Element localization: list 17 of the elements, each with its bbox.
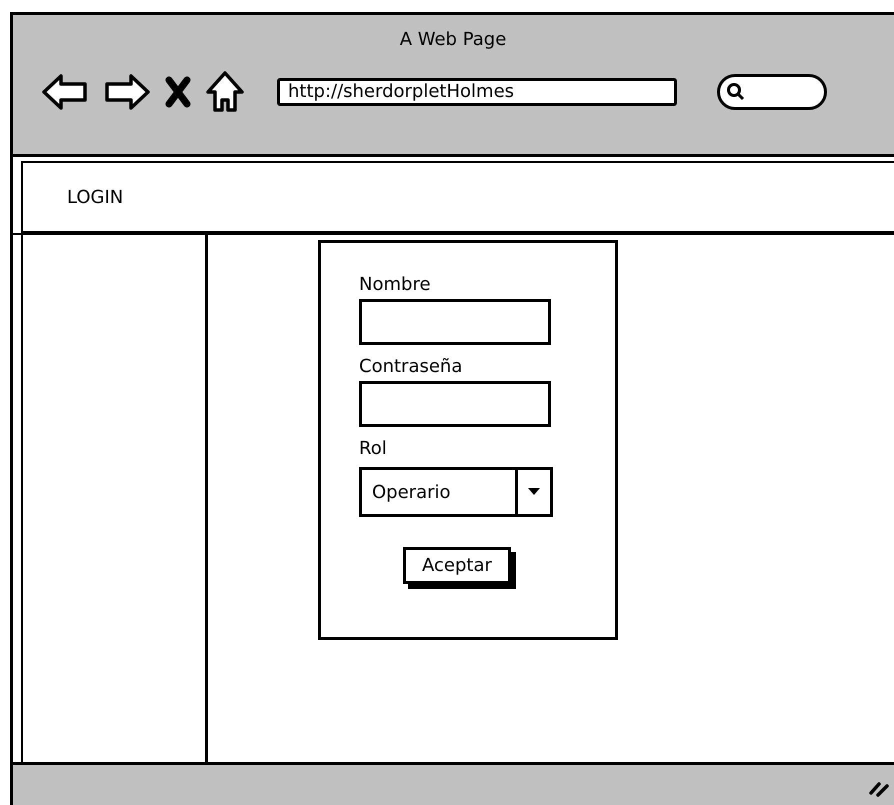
- forward-icon[interactable]: [103, 72, 151, 112]
- close-icon[interactable]: [165, 76, 191, 108]
- field-label: Contraseña: [359, 355, 462, 379]
- input-field[interactable]: [359, 381, 551, 427]
- input-field[interactable]: [359, 299, 551, 345]
- dropdown[interactable]: Operario: [359, 467, 553, 517]
- field-label: Rol: [359, 437, 387, 461]
- home-icon[interactable]: [205, 70, 245, 114]
- field-label: Nombre: [359, 273, 431, 297]
- back-icon[interactable]: [41, 72, 89, 112]
- url-field[interactable]: http://sherdorpletHolmes: [277, 78, 677, 106]
- nav-link[interactable]: LOGIN: [67, 186, 124, 208]
- search-field[interactable]: [717, 74, 827, 110]
- resize-grip-icon[interactable]: [869, 779, 891, 797]
- window-title: A Web Page: [398, 28, 508, 50]
- caret-icon: [528, 488, 540, 496]
- search-icon: [726, 82, 746, 102]
